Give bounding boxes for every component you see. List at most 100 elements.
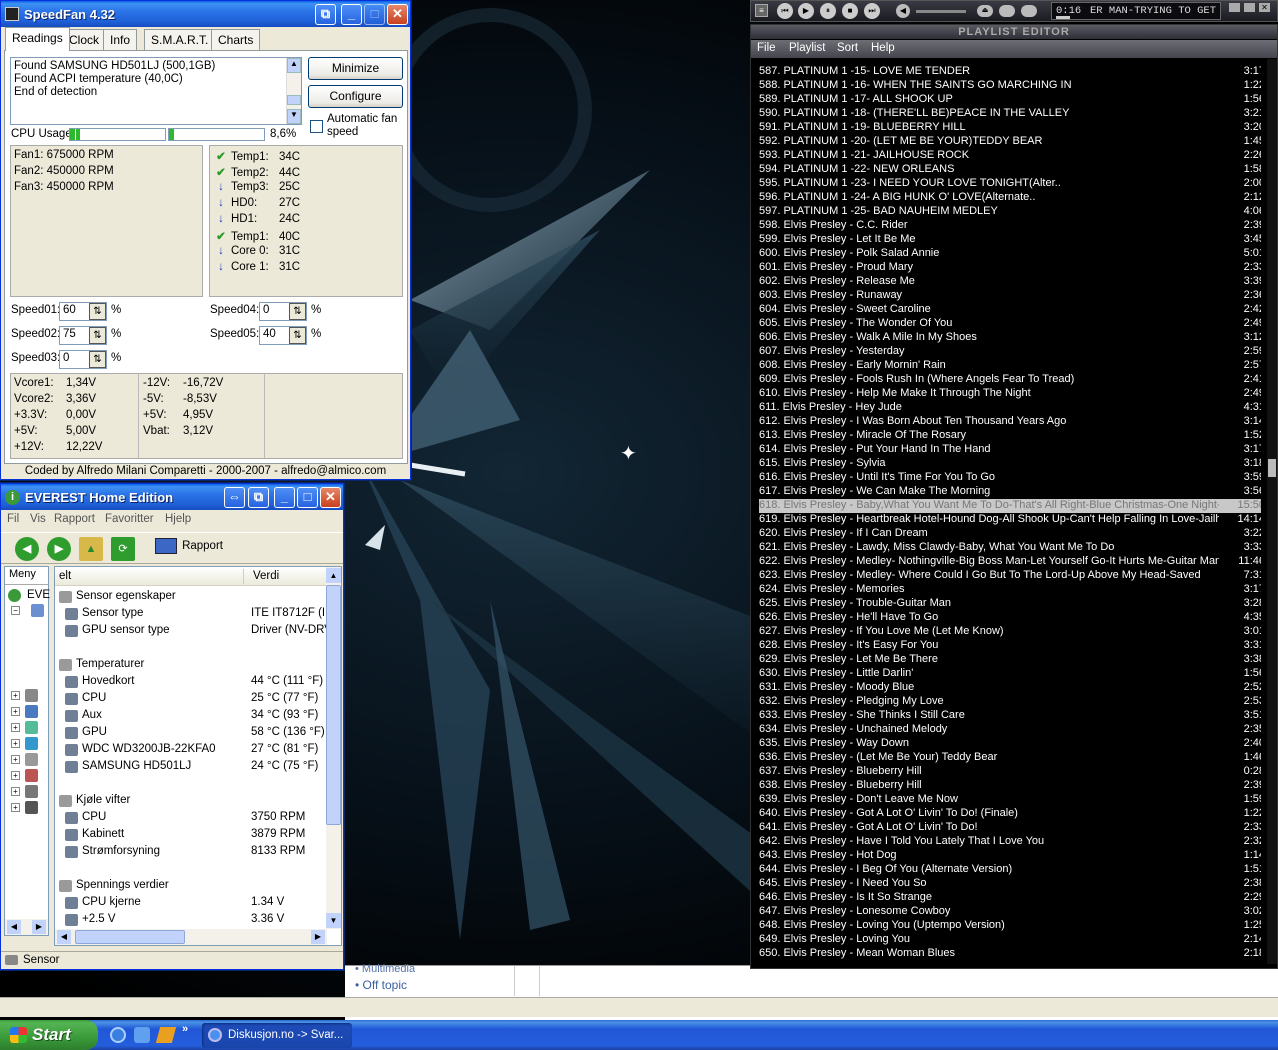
scroll-thumb[interactable]: [287, 95, 301, 105]
playlist-row[interactable]: 623. Elvis Presley - Medley- Where Could…: [759, 569, 1261, 583]
playlist-row[interactable]: 635. Elvis Presley - Way Down 2:40: [759, 737, 1261, 751]
playlist-row[interactable]: 592. PLATINUM 1 -20- (LET ME BE YOUR)TED…: [759, 135, 1261, 149]
playlist-row[interactable]: 595. PLATINUM 1 -23- I NEED YOUR LOVE TO…: [759, 177, 1261, 191]
playlist-row[interactable]: 643. Elvis Presley - Hot Dog 1:14: [759, 849, 1261, 863]
playlist-row[interactable]: 625. Elvis Presley - Trouble-Guitar Man 3…: [759, 597, 1261, 611]
pl-menu-help[interactable]: Help: [871, 42, 895, 54]
play-button[interactable]: ▶: [798, 3, 814, 19]
log-scrollbar[interactable]: ▲ ▼: [286, 58, 301, 124]
pause-button[interactable]: ⏸: [820, 3, 836, 19]
spin-arrows-icon[interactable]: ⇅: [289, 327, 306, 344]
next-button[interactable]: ⏭: [864, 3, 880, 19]
chip-icon[interactable]: [25, 705, 38, 718]
playlist-row[interactable]: 594. PLATINUM 1 -22- NEW ORLEANS 1:58: [759, 163, 1261, 177]
playlist-row[interactable]: 641. Elvis Presley - Got A Lot O' Livin'…: [759, 821, 1261, 835]
configure-button[interactable]: Configure: [308, 85, 403, 108]
menu-rapport[interactable]: Rapport: [54, 513, 95, 525]
tree-expand-icon[interactable]: +: [11, 723, 20, 732]
minimize-button[interactable]: _: [274, 487, 295, 508]
disk-icon[interactable]: [25, 721, 38, 734]
playlist-row[interactable]: 627. Elvis Presley - If You Love Me (Let…: [759, 625, 1261, 639]
playlist-row[interactable]: 607. Elvis Presley - Yesterday 2:59: [759, 345, 1261, 359]
speed03-stepper[interactable]: 0 ⇅: [59, 350, 107, 369]
tree-hscroll[interactable]: ◀ ▶: [5, 919, 48, 935]
table-row[interactable]: Sensor type ITE IT8712F (I:: [55, 606, 327, 623]
playlist-row[interactable]: 633. Elvis Presley - She Thinks I Still …: [759, 709, 1261, 723]
playlist-row[interactable]: 613. Elvis Presley - Miracle Of The Rosa…: [759, 429, 1261, 443]
scroll-down-icon[interactable]: ▼: [326, 913, 341, 928]
playlist-row[interactable]: 602. Elvis Presley - Release Me 3:39: [759, 275, 1261, 289]
quicklaunch-chevron-icon[interactable]: »: [182, 1023, 188, 1035]
section-header[interactable]: Kjøle vifter: [55, 793, 325, 810]
menu-fil[interactable]: Fil: [7, 513, 19, 525]
scroll-up-icon[interactable]: ▲: [326, 568, 341, 583]
scroll-thumb[interactable]: [326, 585, 341, 825]
auto-fan-checkbox[interactable]: [310, 120, 323, 133]
scroll-up-icon[interactable]: ▲: [287, 58, 301, 73]
playlist-row[interactable]: 620. Elvis Presley - If I Can Dream 3:22: [759, 527, 1261, 541]
forward-arrow-icon[interactable]: ▶: [47, 537, 71, 561]
playlist-row[interactable]: 604. Elvis Presley - Sweet Caroline 2:42: [759, 303, 1261, 317]
tab-smart[interactable]: S.M.A.R.T.: [144, 29, 216, 50]
tree-expand-icon[interactable]: +: [11, 787, 20, 796]
table-row[interactable]: WDC WD3200JB-22KFA0 27 °C (81 °F): [55, 742, 325, 759]
spin-arrows-icon[interactable]: ⇅: [89, 351, 106, 368]
table-row[interactable]: Strømforsyning 8133 RPM: [55, 844, 325, 861]
table-row[interactable]: SAMSUNG HD501LJ 24 °C (75 °F): [55, 759, 325, 776]
table-row[interactable]: CPU 3750 RPM: [55, 810, 325, 827]
playlist-row[interactable]: 615. Elvis Presley - Sylvia 3:18: [759, 457, 1261, 471]
list-hscroll[interactable]: ◀ ▶: [55, 929, 327, 945]
quicklaunch-app-icon[interactable]: [134, 1027, 150, 1043]
table-row[interactable]: CPU kjerne 1.34 V: [55, 895, 325, 912]
table-row[interactable]: Aux 34 °C (93 °F): [55, 708, 325, 725]
playlist-row[interactable]: 626. Elvis Presley - He'll Have To Go 4:3…: [759, 611, 1261, 625]
playlist-row-selected[interactable]: 618. Elvis Presley - Baby,What You Want …: [759, 499, 1261, 513]
playlist-row[interactable]: 591. PLATINUM 1 -19- BLUEBERRY HILL 3:20: [759, 121, 1261, 135]
section-header[interactable]: Temperaturer: [55, 657, 325, 674]
table-row[interactable]: +2.5 V 3.36 V: [55, 912, 325, 927]
playlist-row[interactable]: 611. Elvis Presley - Hey Jude 4:31: [759, 401, 1261, 415]
playlist-row[interactable]: 608. Elvis Presley - Early Mornin' Rain 2…: [759, 359, 1261, 373]
forum-link-multimedia[interactable]: • Multimedia: [355, 963, 415, 975]
everest-titlebar[interactable]: i EVEREST Home Edition ⇔ ⧉ _ □ ✕: [1, 484, 343, 510]
scroll-right-icon[interactable]: ▶: [311, 930, 325, 944]
start-button[interactable]: Start: [0, 1020, 98, 1050]
speedfan-titlebar[interactable]: SpeedFan 4.32 ⧉ _ □ ✕: [1, 1, 410, 27]
close-button[interactable]: ✕: [320, 487, 341, 508]
playlist-row[interactable]: 593. PLATINUM 1 -21- JAILHOUSE ROCK 2:26: [759, 149, 1261, 163]
window-menu-button[interactable]: ⧉: [315, 4, 336, 25]
section-header[interactable]: Sensor egenskaper: [55, 589, 325, 606]
menu-vis[interactable]: Vis: [30, 513, 46, 525]
col-header-verdi[interactable]: Verdi: [253, 570, 279, 582]
pl-menu-sort[interactable]: Sort: [837, 42, 858, 54]
col-header-felt[interactable]: elt: [59, 570, 71, 582]
report-button[interactable]: Rapport: [155, 538, 223, 560]
playlist-row[interactable]: 616. Elvis Presley - Until It's Time For…: [759, 471, 1261, 485]
playlist-row[interactable]: 587. PLATINUM 1 -15- LOVE ME TENDER 3:17: [759, 65, 1261, 79]
back-forward-button[interactable]: ⇔: [224, 487, 245, 508]
maximize-button[interactable]: □: [297, 487, 318, 508]
table-row[interactable]: Hovedkort 44 °C (111 °F): [55, 674, 325, 691]
playlist-row[interactable]: 628. Elvis Presley - It's Easy For You 3:…: [759, 639, 1261, 653]
tree-collapse-icon[interactable]: −: [11, 606, 20, 615]
quicklaunch-winamp-icon[interactable]: [155, 1027, 177, 1043]
table-row[interactable]: GPU sensor type Driver (NV-DRV: [55, 623, 327, 640]
playlist-row[interactable]: 632. Elvis Presley - Pledging My Love 2:5…: [759, 695, 1261, 709]
tree-tab-meny[interactable]: Meny: [5, 567, 48, 585]
tree-expand-icon[interactable]: +: [11, 755, 20, 764]
tree-root-label[interactable]: EVE: [27, 589, 50, 601]
tree-expand-icon[interactable]: +: [11, 707, 20, 716]
pl-menu-file[interactable]: File: [757, 42, 776, 54]
winamp-close-icon[interactable]: ✕: [1259, 3, 1270, 12]
playlist-row[interactable]: 647. Elvis Presley - Lonesome Cowboy 3:02: [759, 905, 1261, 919]
playlist-row[interactable]: 622. Elvis Presley - Medley- Nothingvill…: [759, 555, 1261, 569]
playlist-row[interactable]: 621. Elvis Presley - Lawdy, Miss Clawdy-…: [759, 541, 1261, 555]
playlist-row[interactable]: 589. PLATINUM 1 -17- ALL SHOOK UP 1:56: [759, 93, 1261, 107]
scroll-right-icon[interactable]: ▶: [32, 920, 46, 934]
tree-expand-icon[interactable]: +: [11, 803, 20, 812]
hourglass-icon[interactable]: [25, 801, 38, 814]
playlist-row[interactable]: 645. Elvis Presley - I Need You So 2:38: [759, 877, 1261, 891]
refresh-icon[interactable]: ⟳: [111, 537, 135, 561]
playlist-row[interactable]: 598. Elvis Presley - C.C. Rider 2:39: [759, 219, 1261, 233]
menu-favoritter[interactable]: Favoritter: [105, 513, 154, 525]
